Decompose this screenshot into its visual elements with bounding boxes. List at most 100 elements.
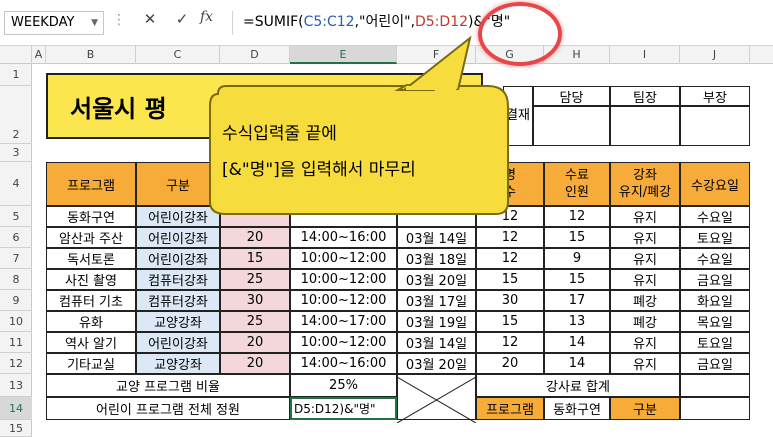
summary-label[interactable]: 어린이 프로그램 전체 정원 bbox=[46, 397, 290, 420]
table-cell[interactable]: 15 bbox=[544, 269, 610, 290]
table-header[interactable]: 수료 인원 bbox=[544, 162, 610, 206]
row-header[interactable]: 10 bbox=[0, 311, 32, 332]
approval-cell[interactable] bbox=[533, 106, 610, 146]
table-header[interactable]: 강좌 유지/폐강 bbox=[610, 162, 680, 206]
table-cell[interactable]: 폐강 bbox=[610, 311, 680, 332]
table-cell[interactable]: 기타교실 bbox=[46, 353, 136, 374]
table-cell[interactable]: 03월 14일 bbox=[397, 227, 476, 248]
table-cell[interactable]: 03월 14일 bbox=[397, 332, 476, 353]
row-header[interactable]: 3 bbox=[0, 144, 32, 162]
table-cell[interactable]: 20 bbox=[220, 332, 290, 353]
table-cell[interactable]: 12 bbox=[476, 227, 544, 248]
table-cell[interactable]: 사진 촬영 bbox=[46, 269, 136, 290]
row-header[interactable]: 8 bbox=[0, 269, 32, 290]
table-cell[interactable]: 컴퓨터강좌 bbox=[136, 290, 220, 311]
table-cell[interactable]: 수요일 bbox=[680, 206, 750, 227]
table-cell[interactable]: 15 bbox=[220, 248, 290, 269]
program-value[interactable]: 동화구연 bbox=[544, 397, 610, 420]
table-cell[interactable]: 9 bbox=[544, 248, 610, 269]
table-cell[interactable]: 14 bbox=[544, 332, 610, 353]
table-cell[interactable]: 어린이강좌 bbox=[136, 227, 220, 248]
table-cell[interactable]: 14:00~17:00 bbox=[290, 311, 397, 332]
table-cell[interactable]: 14 bbox=[544, 353, 610, 374]
table-cell[interactable]: 어린이강좌 bbox=[136, 248, 220, 269]
cancel-icon[interactable]: ✕ bbox=[138, 10, 162, 28]
row-header[interactable]: 7 bbox=[0, 248, 32, 269]
row-header[interactable]: 12 bbox=[0, 353, 32, 374]
drag-handle-icon[interactable]: ⋮ bbox=[112, 12, 126, 28]
table-cell[interactable]: 30 bbox=[476, 290, 544, 311]
table-header[interactable]: 프로그램 bbox=[46, 162, 136, 206]
table-cell[interactable]: 컴퓨터 기초 bbox=[46, 290, 136, 311]
table-cell[interactable]: 폐강 bbox=[610, 290, 680, 311]
table-cell[interactable]: 03월 19일 bbox=[397, 311, 476, 332]
approval-cell[interactable] bbox=[610, 106, 680, 146]
name-box[interactable]: WEEKDAY ▼ bbox=[4, 11, 104, 35]
table-cell[interactable]: 03월 17일 bbox=[397, 290, 476, 311]
select-all-corner[interactable] bbox=[0, 46, 32, 64]
table-cell[interactable]: 25 bbox=[220, 311, 290, 332]
kind-value[interactable] bbox=[680, 397, 750, 420]
table-cell[interactable]: 교양강좌 bbox=[136, 311, 220, 332]
table-cell[interactable]: 암산과 주산 bbox=[46, 227, 136, 248]
row-header[interactable]: 13 bbox=[0, 374, 32, 397]
table-cell[interactable]: 목요일 bbox=[680, 311, 750, 332]
summary-value[interactable]: 25% bbox=[290, 374, 397, 397]
table-cell[interactable]: 10:00~12:00 bbox=[290, 248, 397, 269]
table-cell[interactable]: 03월 20일 bbox=[397, 353, 476, 374]
table-cell[interactable]: 금요일 bbox=[680, 353, 750, 374]
table-cell[interactable]: 17 bbox=[544, 290, 610, 311]
row-header[interactable]: 5 bbox=[0, 206, 32, 227]
approval-cell[interactable] bbox=[680, 106, 750, 146]
insert-function-icon[interactable]: fx bbox=[200, 9, 213, 25]
row-header[interactable]: 4 bbox=[0, 162, 32, 206]
table-cell[interactable]: 컴퓨터강좌 bbox=[136, 269, 220, 290]
table-cell[interactable]: 12 bbox=[476, 248, 544, 269]
table-cell[interactable]: 15 bbox=[476, 311, 544, 332]
row-header[interactable]: 1 bbox=[0, 64, 32, 86]
table-cell[interactable]: 수요일 bbox=[680, 248, 750, 269]
row-header[interactable]: 2 bbox=[0, 86, 32, 144]
table-cell[interactable]: 30 bbox=[220, 290, 290, 311]
table-cell[interactable]: 14:00~16:00 bbox=[290, 353, 397, 374]
table-cell[interactable]: 14:00~16:00 bbox=[290, 227, 397, 248]
table-cell[interactable]: 03월 18일 bbox=[397, 248, 476, 269]
summary-label[interactable]: 교양 프로그램 비율 bbox=[46, 374, 290, 397]
column-header[interactable]: E bbox=[290, 46, 397, 64]
table-cell[interactable]: 유지 bbox=[610, 227, 680, 248]
table-cell[interactable]: 25 bbox=[220, 269, 290, 290]
table-cell[interactable]: 유화 bbox=[46, 311, 136, 332]
table-cell[interactable]: 20 bbox=[220, 353, 290, 374]
table-cell[interactable]: 금요일 bbox=[680, 269, 750, 290]
table-cell[interactable]: 03월 20일 bbox=[397, 269, 476, 290]
table-cell[interactable]: 유지 bbox=[610, 353, 680, 374]
row-header[interactable]: 14 bbox=[0, 397, 32, 420]
table-cell[interactable]: 20 bbox=[476, 353, 544, 374]
table-cell[interactable]: 독서토론 bbox=[46, 248, 136, 269]
table-cell[interactable]: 20 bbox=[220, 227, 290, 248]
table-cell[interactable]: 13 bbox=[544, 311, 610, 332]
table-cell[interactable]: 10:00~12:00 bbox=[290, 332, 397, 353]
row-header[interactable]: 15 bbox=[0, 420, 32, 437]
column-header[interactable]: J bbox=[680, 46, 750, 64]
table-cell[interactable]: 화요일 bbox=[680, 290, 750, 311]
table-cell[interactable]: 유지 bbox=[610, 269, 680, 290]
active-cell-editor[interactable]: D5:D12)&"명" bbox=[290, 397, 397, 420]
table-cell[interactable]: 10:00~12:00 bbox=[290, 269, 397, 290]
table-cell[interactable]: 교양강좌 bbox=[136, 353, 220, 374]
column-header[interactable]: B bbox=[46, 46, 136, 64]
table-cell[interactable]: 12 bbox=[476, 332, 544, 353]
table-cell[interactable]: 12 bbox=[544, 206, 610, 227]
table-cell[interactable]: 15 bbox=[476, 269, 544, 290]
table-cell[interactable]: 토요일 bbox=[680, 227, 750, 248]
column-header[interactable]: A bbox=[32, 46, 46, 64]
fee-total-value[interactable] bbox=[680, 374, 750, 397]
table-cell[interactable]: 동화구연 bbox=[46, 206, 136, 227]
column-header[interactable]: I bbox=[610, 46, 680, 64]
table-cell[interactable]: 유지 bbox=[610, 248, 680, 269]
table-cell[interactable]: 15 bbox=[544, 227, 610, 248]
table-cell[interactable]: 유지 bbox=[610, 332, 680, 353]
table-cell[interactable]: 어린이강좌 bbox=[136, 332, 220, 353]
program-label[interactable]: 프로그램 bbox=[476, 397, 544, 420]
column-header[interactable]: C bbox=[136, 46, 220, 64]
